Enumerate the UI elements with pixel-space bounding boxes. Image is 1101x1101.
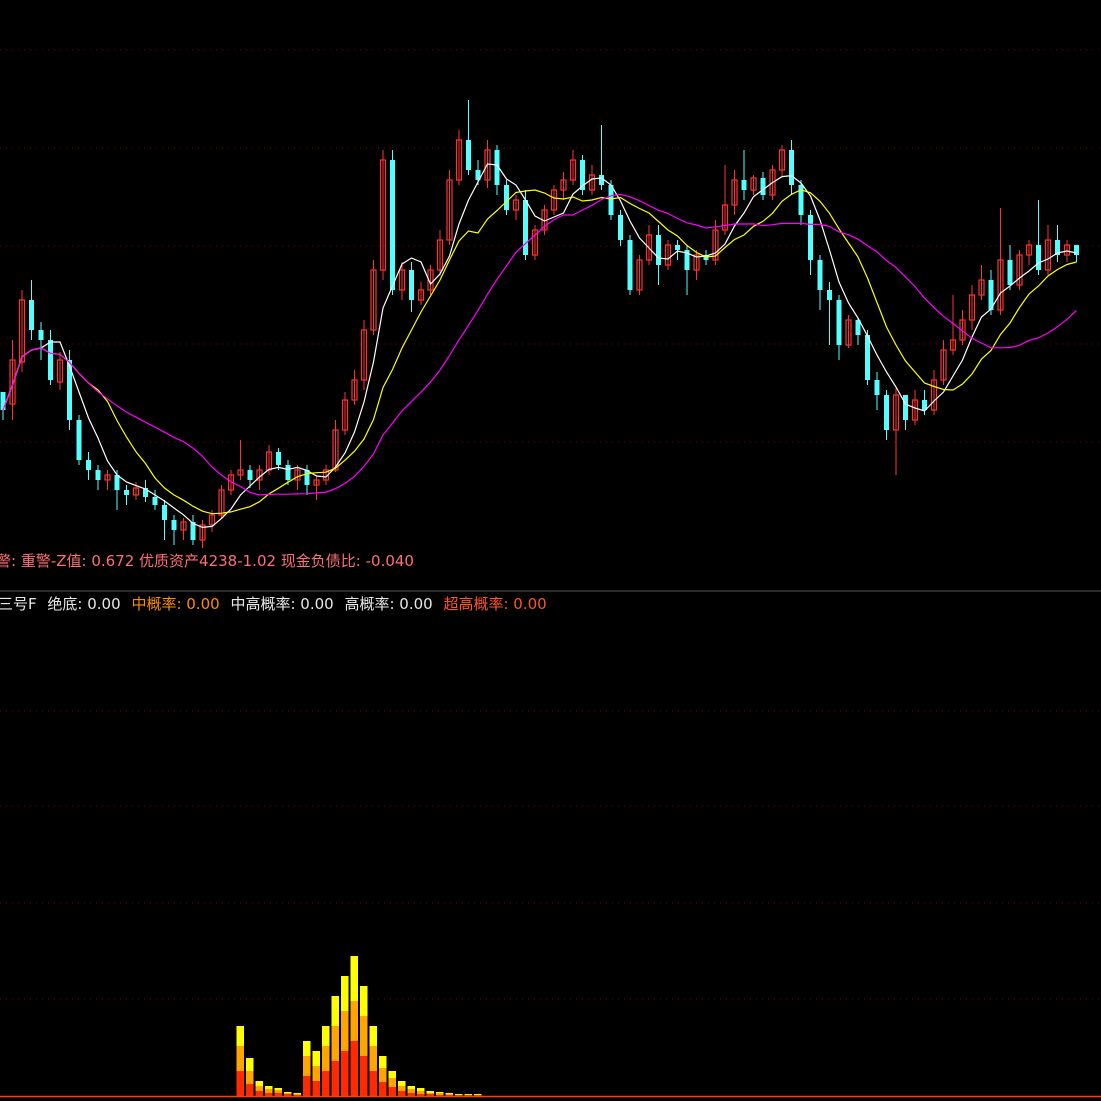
probability-bar-medium xyxy=(312,1081,320,1096)
sub-indicator-legend: 三号F 绝底: 0.00 中概率: 0.00 中高概率: 0.00 高概率: 0… xyxy=(0,593,547,614)
main-indicator-legend: 警: 重警-Z值: 0.672 优质资产4238-1.02 现金负债比: -0.… xyxy=(0,550,414,571)
legend-item-medium-high-probability: 中高概率: 0.00 xyxy=(230,595,334,613)
sub-legend-name: 三号F xyxy=(0,595,37,613)
probability-bar-medium xyxy=(303,1076,311,1096)
probability-bar-medium xyxy=(255,1091,263,1096)
probability-bar-medium xyxy=(274,1093,282,1096)
probability-bar-medium xyxy=(265,1093,273,1096)
legend-item-medium-probability: 中概率: 0.00 xyxy=(131,595,220,613)
main-legend-text: 警: 重警-Z值: 0.672 优质资产4238-1.02 现金负债比: -0.… xyxy=(0,552,414,570)
probability-bar-medium xyxy=(322,1071,330,1096)
stock-chart-screen: 警: 重警-Z值: 0.672 优质资产4238-1.02 现金负债比: -0.… xyxy=(0,0,1101,1101)
probability-bar-medium xyxy=(350,1041,358,1096)
probability-bar-medium xyxy=(417,1094,425,1096)
legend-item-high-probability: 高概率: 0.00 xyxy=(344,595,433,613)
probability-bar-medium xyxy=(398,1091,406,1096)
probability-bar-medium xyxy=(236,1071,244,1096)
probability-bar-medium xyxy=(331,1061,339,1096)
legend-item-absolute-bottom: 绝底: 0.00 xyxy=(47,595,121,613)
probability-bar-medium xyxy=(246,1084,254,1096)
legend-item-super-high-probability: 超高概率: 0.00 xyxy=(443,595,547,613)
probability-bar-medium xyxy=(407,1093,415,1096)
probability-bar-medium xyxy=(341,1051,349,1096)
probability-bar-medium xyxy=(284,1094,292,1096)
probability-bar-medium xyxy=(360,1056,368,1096)
probability-bar-medium xyxy=(379,1082,387,1096)
probability-bar-medium xyxy=(426,1094,434,1096)
probability-bar-medium xyxy=(388,1087,396,1096)
probability-bar-medium xyxy=(369,1071,377,1096)
